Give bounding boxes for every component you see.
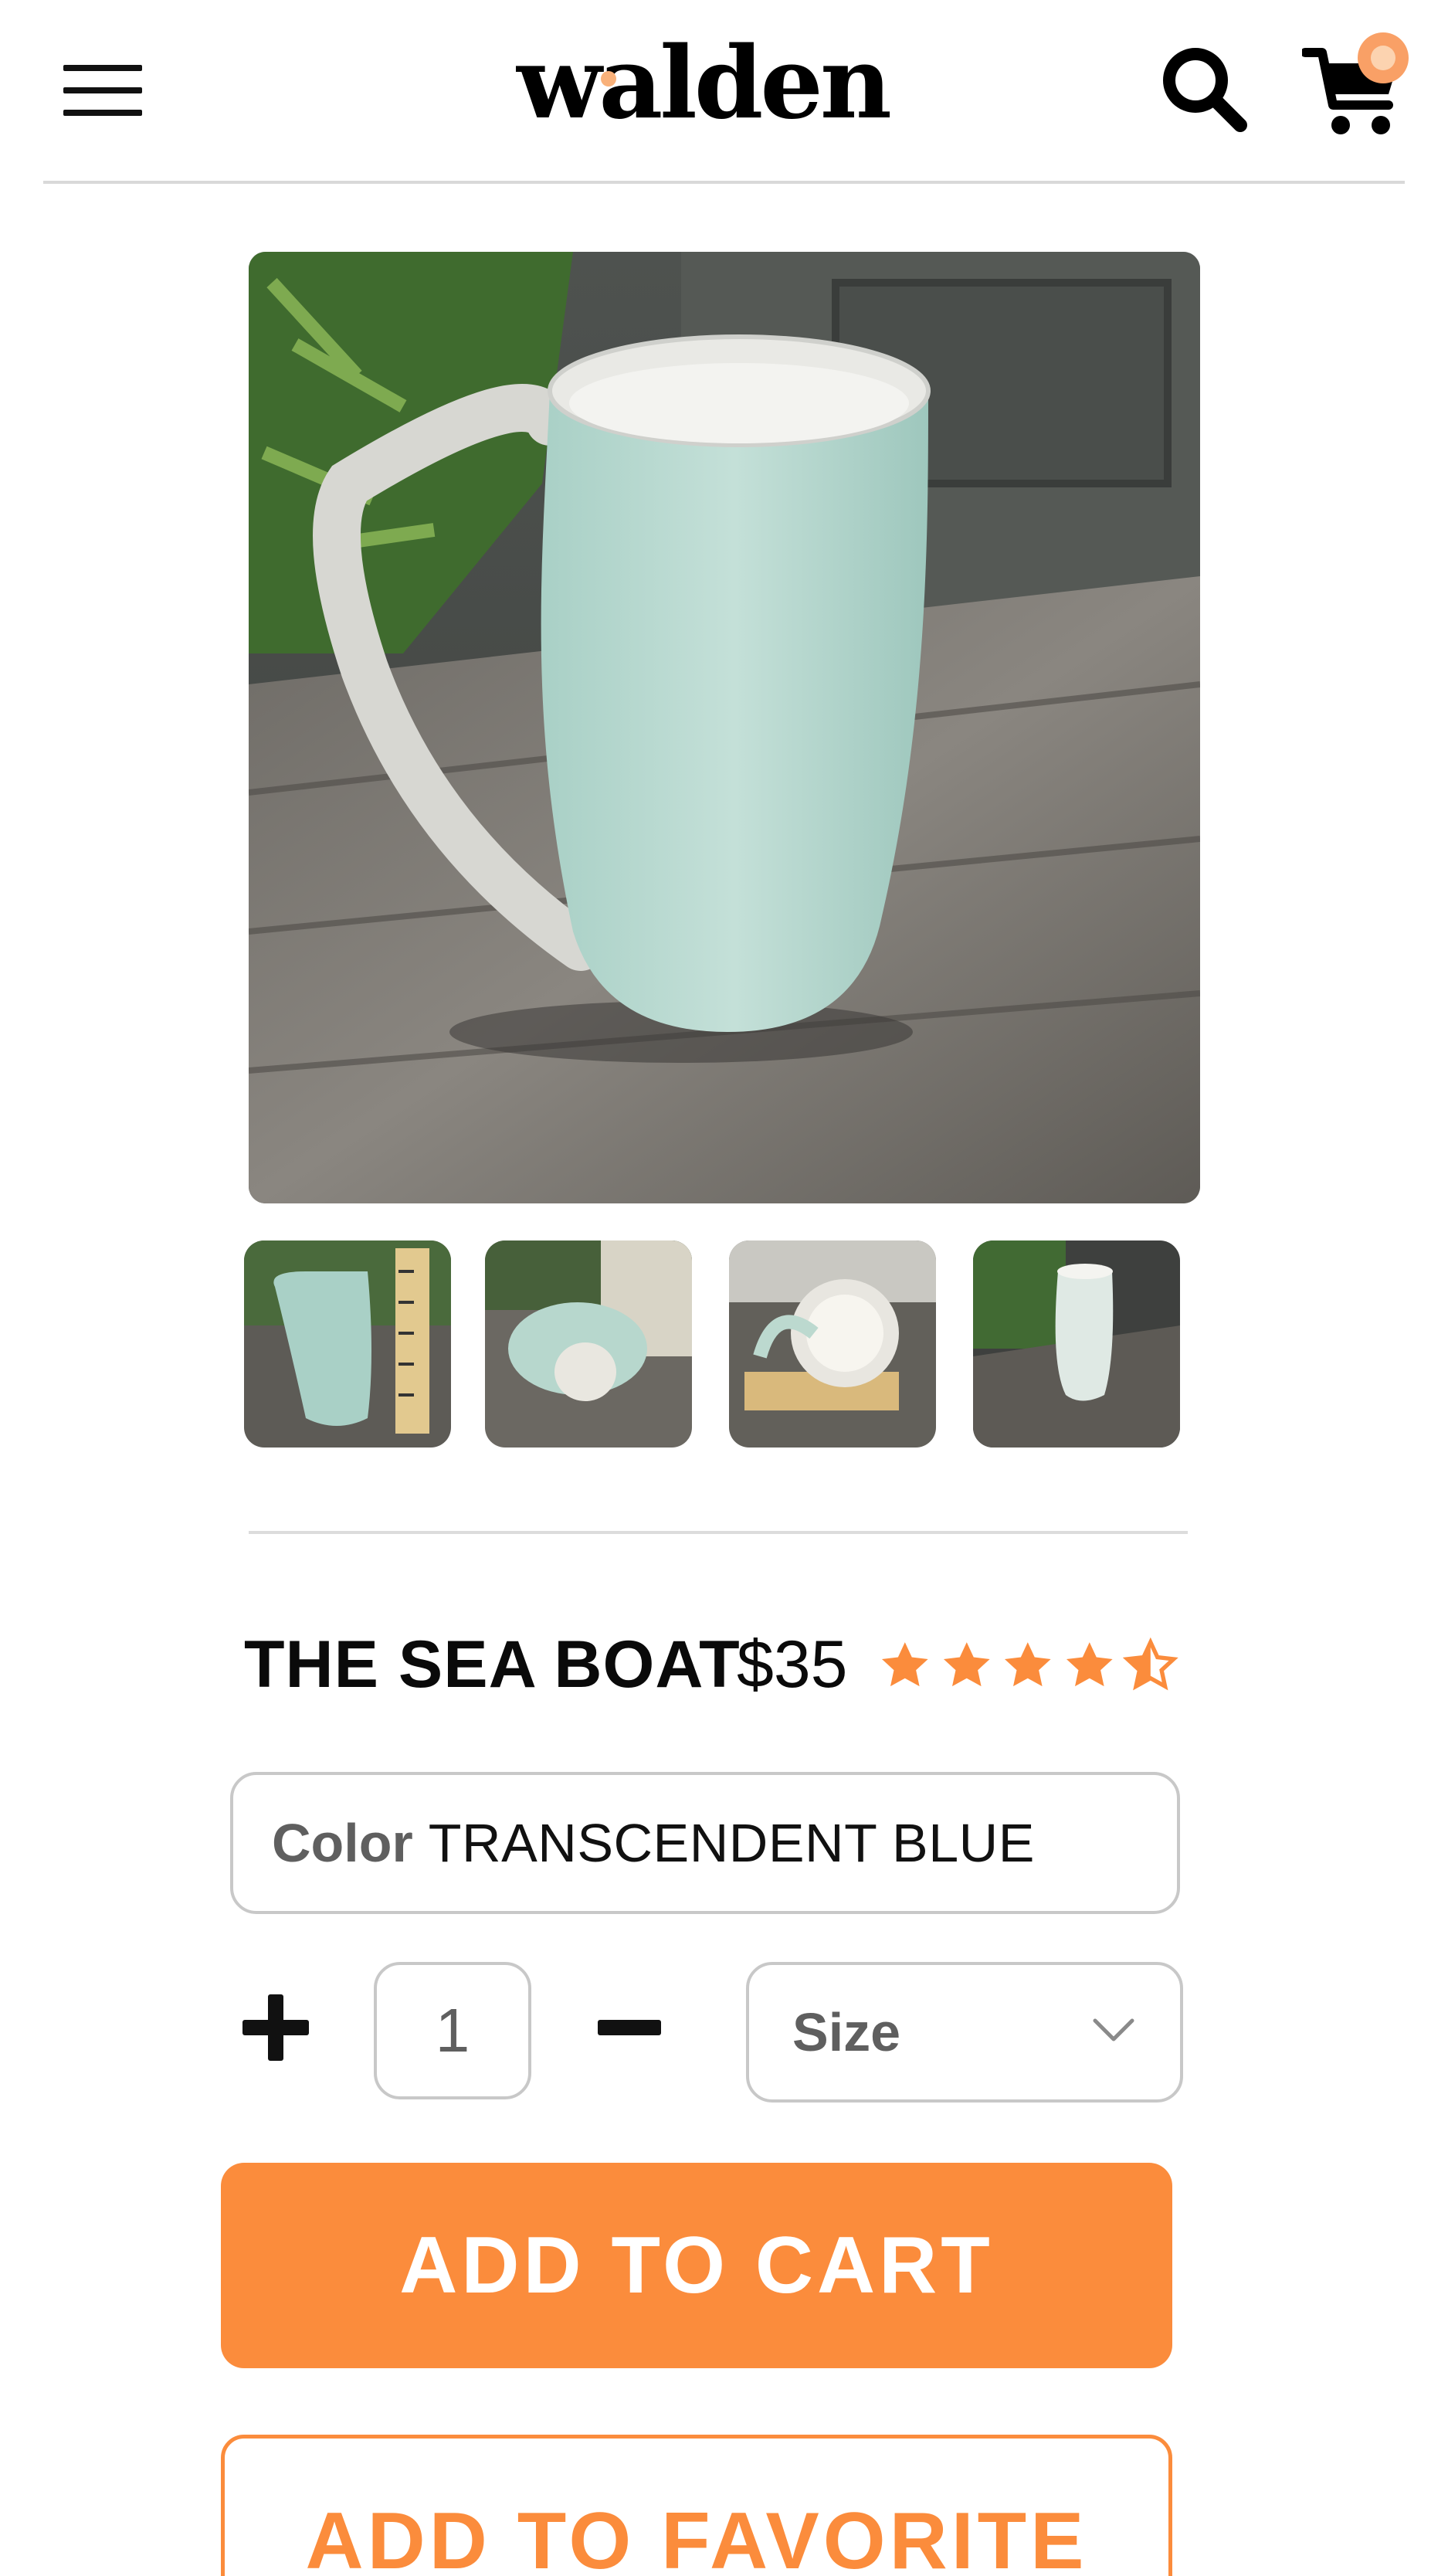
thumbnail-4[interactable] bbox=[973, 1240, 1180, 1448]
product-price: $35 bbox=[737, 1627, 848, 1702]
header-divider bbox=[43, 181, 1405, 184]
star-icon bbox=[881, 1642, 928, 1687]
product-main-image[interactable] bbox=[249, 252, 1200, 1203]
logo-text: walden bbox=[517, 25, 892, 141]
minus-icon[interactable] bbox=[598, 2018, 661, 2038]
thumbnail-2[interactable] bbox=[485, 1240, 692, 1448]
logo[interactable]: walden bbox=[494, 34, 911, 133]
quantity-input[interactable]: 1 bbox=[374, 1962, 531, 2099]
plus-icon[interactable] bbox=[242, 1994, 309, 2061]
add-to-favorite-button[interactable]: ADD TO FAVORITE bbox=[221, 2435, 1172, 2576]
color-field[interactable]: Color TRANSCENDENT BLUE bbox=[230, 1772, 1180, 1914]
star-half-icon bbox=[1123, 1638, 1178, 1691]
size-placeholder: Size bbox=[792, 2002, 901, 2062]
chevron-down-icon bbox=[1093, 2018, 1134, 2041]
color-label: Color bbox=[272, 1813, 413, 1873]
product-title: THE SEA BOAT bbox=[244, 1627, 741, 1702]
section-divider bbox=[249, 1531, 1188, 1534]
star-icon bbox=[943, 1642, 990, 1687]
star-icon bbox=[1005, 1642, 1051, 1687]
thumbnail-1[interactable] bbox=[244, 1240, 451, 1448]
thumbnail-3[interactable] bbox=[729, 1240, 936, 1448]
add-to-cart-button[interactable]: ADD TO CART bbox=[221, 2163, 1172, 2368]
header: walden bbox=[0, 0, 1448, 185]
rating-stars[interactable] bbox=[877, 1638, 1178, 1696]
color-value: TRANSCENDENT BLUE bbox=[428, 1813, 1035, 1873]
cart-badge bbox=[1358, 32, 1409, 83]
logo-dot bbox=[601, 71, 616, 87]
star-icon bbox=[1066, 1642, 1113, 1687]
size-select[interactable]: Size bbox=[746, 1962, 1183, 2103]
menu-icon[interactable] bbox=[63, 65, 142, 116]
search-icon[interactable] bbox=[1157, 42, 1250, 134]
